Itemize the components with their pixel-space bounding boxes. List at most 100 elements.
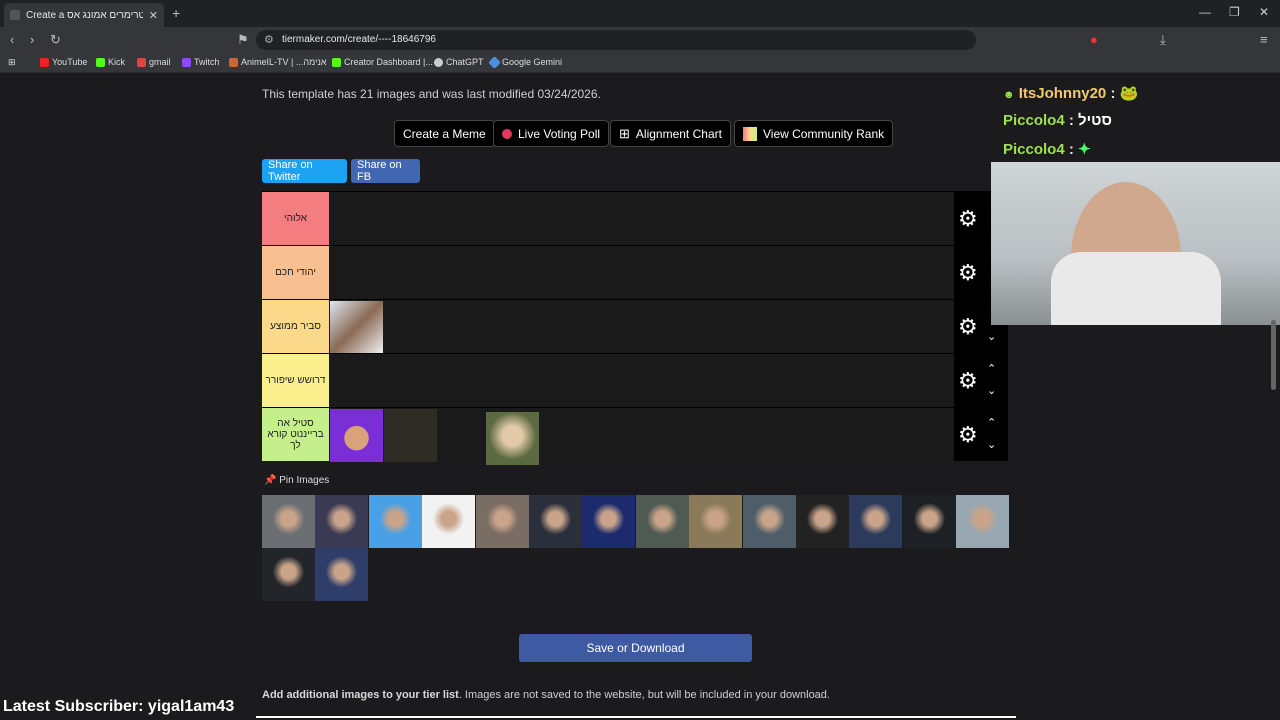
tier-row[interactable]: אלוהי ⚙ (262, 191, 1008, 245)
url-text: tiermaker.com/create/----18646796 (282, 34, 436, 45)
kick-icon (332, 57, 341, 67)
pin-images-label[interactable]: 📌 Pin Images (264, 475, 329, 486)
bookmark-twitch[interactable]: Twitch (182, 57, 220, 67)
bookmark-chatgpt[interactable]: ChatGPT (434, 57, 484, 67)
reload-icon[interactable]: ↻ (50, 32, 61, 48)
bookmark-gmail[interactable]: gmail (137, 57, 171, 67)
bookmark-youtube[interactable]: YouTube (40, 57, 87, 67)
pool-image[interactable] (635, 495, 689, 548)
pool-image[interactable] (956, 495, 1010, 548)
tier-label[interactable]: אלוהי (262, 192, 329, 245)
gear-icon[interactable]: ⚙ (958, 260, 978, 286)
extension-icon[interactable]: ● (1090, 32, 1098, 47)
new-tab-icon[interactable]: + (172, 5, 180, 21)
share-twitter-button[interactable]: Share on Twitter (262, 159, 347, 183)
chevron-down-icon[interactable]: ⌄ (987, 438, 996, 451)
rank-grid-icon (743, 126, 757, 141)
tier-image[interactable] (330, 301, 383, 354)
view-community-rank-button[interactable]: View Community Rank (734, 120, 894, 147)
tab-bar: Create a רוג סטרימרים אמונג אס ✕ + — ❐ ✕ (0, 0, 1280, 27)
upload-area-border (256, 716, 1016, 718)
bookmarks-bar: ⊞ YouTube Kick gmail Twitch AnimeIL-TV |… (0, 53, 1280, 73)
menu-icon[interactable]: ≡ (1260, 32, 1268, 47)
chevron-up-icon[interactable]: ⌃ (987, 416, 996, 429)
chevron-up-icon[interactable]: ⌃ (987, 362, 996, 375)
chevron-down-icon[interactable]: ⌄ (987, 384, 996, 397)
webcam-feed (991, 162, 1280, 325)
tab-title: Create a רוג סטרימרים אמונג אס (26, 9, 143, 21)
chat-message: Piccolo4 : סטיל (1003, 112, 1112, 129)
pool-image[interactable] (315, 495, 369, 548)
template-info: This template has 21 images and was last… (262, 87, 601, 101)
gear-icon[interactable]: ⚙ (958, 314, 978, 340)
dragged-image[interactable] (486, 412, 539, 465)
pool-image[interactable] (262, 548, 315, 601)
badge-icon: ☻ (1003, 89, 1015, 101)
tiermaker-favicon-icon (10, 10, 20, 20)
gmail-icon (137, 57, 146, 67)
pool-image[interactable] (475, 495, 529, 548)
tier-label[interactable]: יהודי חכם (262, 246, 329, 299)
minimize-icon[interactable]: — (1199, 5, 1211, 19)
address-bar[interactable]: ⚙ tiermaker.com/create/----18646796 (256, 30, 976, 50)
gear-icon[interactable]: ⚙ (958, 422, 978, 448)
pool-image[interactable] (422, 495, 476, 548)
forward-icon[interactable]: › (30, 32, 34, 47)
emote-icon: ✦ (1078, 141, 1091, 158)
chat-message: ☻ ItsJohnny20 : 🐸 (1003, 85, 1139, 102)
tier-image[interactable] (330, 409, 383, 462)
site-info-icon[interactable]: ⚙ (264, 33, 274, 46)
tier-row[interactable]: סטיל אה ברייננוט קורא לך ⚙ ⌃ ⌄ (262, 407, 1008, 465)
tier-row[interactable]: דרושש שיפורר ⚙ ⌃ ⌄ (262, 353, 1008, 407)
twitch-icon (182, 57, 191, 67)
chat-message: Piccolo4 : ✦ (1003, 141, 1091, 158)
emote-icon: 🐸 (1119, 85, 1139, 102)
back-icon[interactable]: ‹ (10, 32, 14, 47)
record-dot-icon (502, 128, 512, 139)
latest-subscriber: Latest Subscriber: yigal1am43 (3, 698, 235, 715)
pool-image[interactable] (849, 495, 903, 548)
tier-label[interactable]: דרושש שיפורר (262, 354, 329, 407)
pool-image[interactable] (902, 495, 956, 548)
close-window-icon[interactable]: ✕ (1259, 5, 1269, 19)
gemini-icon (488, 55, 501, 69)
pool-image[interactable] (742, 495, 796, 548)
tier-label[interactable]: סביר ממוצע (262, 300, 329, 353)
browser-tab[interactable]: Create a רוג סטרימרים אמונג אס ✕ (4, 3, 164, 27)
tier-image-placeholder[interactable] (384, 409, 437, 462)
kick-icon (96, 57, 105, 67)
gear-icon[interactable]: ⚙ (958, 206, 978, 232)
bookmark-gemini[interactable]: Google Gemini (488, 55, 562, 69)
save-download-button[interactable]: Save or Download (519, 634, 752, 662)
create-meme-button[interactable]: Create a Meme (394, 120, 495, 147)
chevron-down-icon[interactable]: ⌄ (987, 330, 996, 343)
pin-icon: 📌 (264, 475, 277, 486)
pool-image[interactable] (689, 495, 743, 548)
tier-controls: ⚙ ⌃ ⌄ (954, 354, 1008, 407)
tier-label[interactable]: סטיל אה ברייננוט קורא לך (262, 408, 329, 461)
pool-image[interactable] (262, 495, 315, 548)
bookmark-kick[interactable]: Kick (96, 57, 125, 67)
apps-icon[interactable]: ⊞ (8, 57, 16, 68)
pool-image[interactable] (315, 548, 369, 601)
live-voting-poll-button[interactable]: Live Voting Poll (493, 120, 610, 147)
pool-image[interactable] (582, 495, 636, 548)
gear-icon[interactable]: ⚙ (958, 368, 978, 394)
restore-icon[interactable]: ❐ (1229, 5, 1240, 19)
animeil-icon (229, 57, 238, 67)
tier-controls: ⚙ ⌃ ⌄ (954, 408, 1008, 461)
bookmark-animeil[interactable]: AnimeIL-TV | ...אנימה (229, 57, 327, 67)
pool-image[interactable] (796, 495, 849, 548)
bookmark-icon[interactable]: ⚑ (237, 32, 249, 48)
youtube-icon (40, 57, 49, 67)
pool-image[interactable] (368, 495, 422, 548)
share-fb-button[interactable]: Share on FB (351, 159, 420, 183)
scrollbar-thumb[interactable] (1271, 320, 1276, 390)
pool-image[interactable] (529, 495, 582, 548)
bookmark-creator-dashboard[interactable]: Creator Dashboard |... (332, 57, 433, 67)
tier-row[interactable]: סביר ממוצע ⚙ ⌄ (262, 299, 1008, 354)
close-tab-icon[interactable]: ✕ (149, 9, 158, 22)
alignment-chart-button[interactable]: ⊞ Alignment Chart (610, 120, 731, 147)
tier-row[interactable]: יהודי חכם ⚙ (262, 245, 1008, 299)
download-icon[interactable]: ⤓ (1160, 32, 1166, 48)
